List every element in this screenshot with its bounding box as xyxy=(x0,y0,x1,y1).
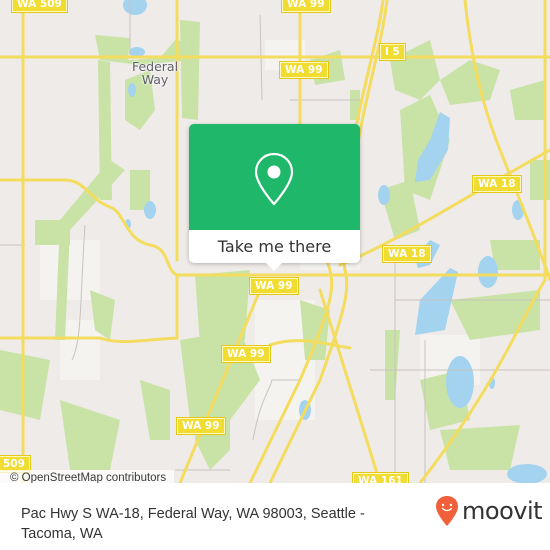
take-me-there-button[interactable]: Take me there xyxy=(189,230,360,263)
road-shield: WA 509 xyxy=(11,0,68,13)
map[interactable]: Federal Way WA 509 WA 99 WA 99 I 5 WA 18… xyxy=(0,0,550,483)
moovit-pin-icon xyxy=(436,496,458,526)
road-shield: WA 18 xyxy=(472,175,522,193)
map-pin-icon xyxy=(254,152,294,206)
road-shield: WA 99 xyxy=(176,417,226,435)
location-popup: Take me there xyxy=(189,124,360,271)
road-shield: WA 99 xyxy=(279,61,329,79)
popup-header xyxy=(189,124,360,230)
road-shield: WA 99 xyxy=(281,0,331,13)
road-shield: WA 161 xyxy=(352,472,409,483)
road-shield: I 5 xyxy=(379,43,406,61)
popup-tail xyxy=(266,263,282,271)
moovit-logo[interactable]: moovit xyxy=(435,495,543,527)
moovit-wordmark: moovit xyxy=(462,497,543,525)
place-label-federal-way: Federal Way xyxy=(131,59,179,87)
map-attribution[interactable]: © OpenStreetMap contributors xyxy=(0,470,175,483)
footer: Pac Hwy S WA-18, Federal Way, WA 98003, … xyxy=(0,483,550,550)
road-shield: WA 99 xyxy=(221,345,271,363)
address-text: Pac Hwy S WA-18, Federal Way, WA 98003, … xyxy=(21,506,365,542)
road-shield: WA 18 xyxy=(382,245,432,263)
road-shield: WA 99 xyxy=(249,277,299,295)
